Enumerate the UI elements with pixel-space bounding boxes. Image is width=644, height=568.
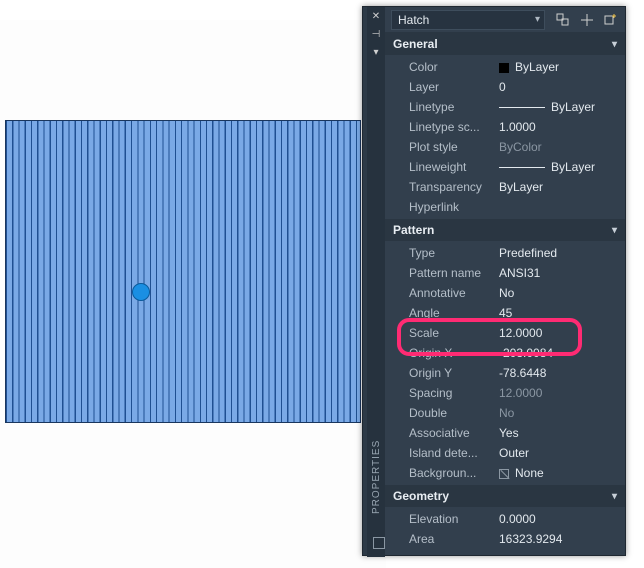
prop-value: ByColor	[499, 140, 617, 154]
prop-value: Yes	[499, 426, 617, 440]
prop-spacing[interactable]: Spacing12.0000	[385, 383, 625, 403]
section-header-pattern[interactable]: Pattern ▾	[385, 219, 625, 241]
prop-value: -78.6448	[499, 366, 617, 380]
collapse-icon: ▾	[612, 39, 617, 50]
prop-annotative[interactable]: AnnotativeNo	[385, 283, 625, 303]
prop-plot-style[interactable]: Plot styleByColor	[385, 137, 625, 157]
hatch-pattern	[6, 121, 360, 422]
menu-icon[interactable]: ▾	[369, 45, 383, 59]
select-objects-icon[interactable]	[579, 12, 595, 28]
section-title: General	[393, 37, 438, 51]
prop-origin-y[interactable]: Origin Y-78.6448	[385, 363, 625, 383]
quick-select-icon[interactable]	[555, 12, 571, 28]
prop-value: 45	[499, 306, 617, 320]
prop-value: 16323.9294	[499, 532, 617, 546]
prop-scale[interactable]: Scale12.0000	[385, 323, 625, 343]
prop-value: 0.0000	[499, 512, 617, 526]
palette-options-icon[interactable]	[373, 537, 385, 549]
prop-value: -203.0084	[499, 346, 617, 360]
prop-color[interactable]: ColorByLayer	[385, 57, 625, 77]
prop-value: ByLayer	[551, 100, 595, 114]
none-swatch-icon	[499, 469, 509, 479]
object-type-row: Hatch	[385, 7, 625, 33]
prop-value: No	[499, 286, 617, 300]
prop-type[interactable]: TypePredefined	[385, 243, 625, 263]
section-pattern: Pattern ▾ TypePredefined Pattern nameANS…	[385, 219, 625, 485]
palette-title: PROPERTIES	[371, 440, 382, 514]
prop-layer[interactable]: Layer0	[385, 77, 625, 97]
section-general: General ▾ ColorByLayer Layer0 LinetypeBy…	[385, 33, 625, 219]
selection-grip[interactable]	[132, 283, 150, 301]
section-header-general[interactable]: General ▾	[385, 33, 625, 55]
prop-elevation[interactable]: Elevation0.0000	[385, 509, 625, 529]
prop-value: None	[515, 466, 544, 480]
prop-lineweight[interactable]: LineweightByLayer	[385, 157, 625, 177]
prop-hyperlink[interactable]: Hyperlink	[385, 197, 625, 217]
collapse-icon: ▾	[612, 491, 617, 502]
prop-angle[interactable]: Angle45	[385, 303, 625, 323]
section-geometry: Geometry ▾ Elevation0.0000 Area16323.929…	[385, 485, 625, 551]
prop-transparency[interactable]: TransparencyByLayer	[385, 177, 625, 197]
prop-double[interactable]: DoubleNo	[385, 403, 625, 423]
prop-value: ByLayer	[515, 60, 559, 74]
palette-titlebar[interactable]: ✕ ⊣ ▾ PROPERTIES	[367, 7, 385, 557]
prop-background[interactable]: Backgroun...None	[385, 463, 625, 483]
pin-icon[interactable]: ⊣	[369, 27, 383, 41]
prop-value: Outer	[499, 446, 617, 460]
prop-island-detection[interactable]: Island dete...Outer	[385, 443, 625, 463]
section-title: Geometry	[393, 489, 449, 503]
prop-area[interactable]: Area16323.9294	[385, 529, 625, 549]
prop-value: 1.0000	[499, 120, 617, 134]
color-swatch-icon	[499, 63, 509, 73]
section-header-geometry[interactable]: Geometry ▾	[385, 485, 625, 507]
hatch-object[interactable]	[5, 120, 361, 423]
prop-pattern-name[interactable]: Pattern nameANSI31	[385, 263, 625, 283]
prop-linetype[interactable]: LinetypeByLayer	[385, 97, 625, 117]
object-type-dropdown[interactable]: Hatch	[391, 10, 545, 30]
toggle-pickadd-icon[interactable]	[603, 12, 619, 28]
palette-body: Hatch General ▾ ColorByLayer Layer0 Line…	[385, 7, 625, 555]
prop-value: Predefined	[499, 246, 617, 260]
prop-value: ByLayer	[499, 180, 617, 194]
prop-value: No	[499, 406, 617, 420]
prop-value: 0	[499, 80, 617, 94]
prop-linetype-scale[interactable]: Linetype sc...1.0000	[385, 117, 625, 137]
collapse-icon: ▾	[612, 225, 617, 236]
prop-value: ByLayer	[551, 160, 595, 174]
close-icon[interactable]: ✕	[369, 9, 383, 23]
linetype-preview-icon	[499, 107, 545, 108]
prop-associative[interactable]: AssociativeYes	[385, 423, 625, 443]
prop-origin-x[interactable]: Origin X-203.0084	[385, 343, 625, 363]
properties-palette: ✕ ⊣ ▾ PROPERTIES Hatch General ▾ ColorBy…	[362, 6, 626, 556]
prop-value: ANSI31	[499, 266, 617, 280]
prop-value: 12.0000	[499, 326, 617, 340]
drawing-canvas[interactable]	[0, 20, 386, 568]
prop-value: 12.0000	[499, 386, 617, 400]
section-title: Pattern	[393, 223, 434, 237]
lineweight-preview-icon	[499, 167, 545, 168]
